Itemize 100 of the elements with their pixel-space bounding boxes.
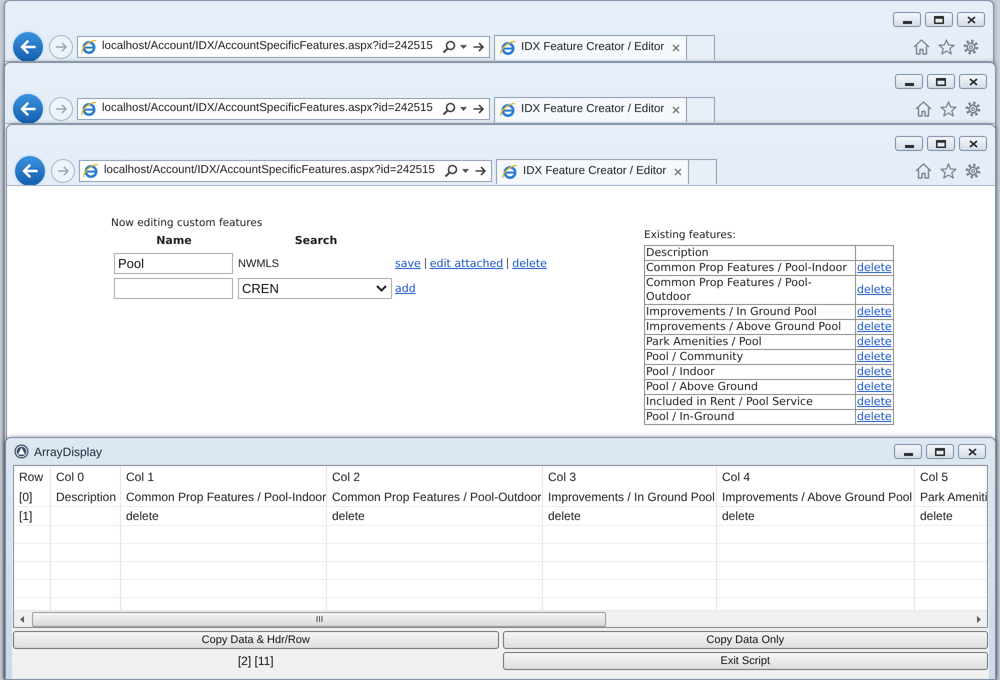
minimize-button[interactable] — [893, 12, 921, 27]
url-text[interactable]: localhost/Account/IDX/AccountSpecificFeatures.aspx?id=242515 — [102, 38, 433, 56]
column-header: Name — [156, 232, 192, 249]
minimize-button[interactable] — [895, 74, 923, 89]
table-cell: Improvements / In Ground Pool — [543, 488, 717, 506]
arrow-right-icon — [55, 42, 67, 52]
browser-logo-icon — [500, 102, 516, 118]
browser-logo-icon — [502, 164, 518, 180]
browser-tab[interactable]: IDX Feature Creator / Editor — [494, 35, 687, 60]
arrow-right-icon[interactable] — [473, 104, 484, 114]
copy-data-header-button[interactable]: Copy Data & Hdr/Row — [13, 631, 498, 649]
column-header: Col 5 — [915, 466, 987, 488]
delete-link[interactable]: delete — [857, 394, 892, 408]
home-icon[interactable] — [915, 163, 932, 179]
search-icon[interactable] — [442, 40, 456, 54]
caret-down-icon[interactable] — [462, 169, 469, 173]
arrow-right-icon[interactable] — [473, 42, 484, 52]
delete-link[interactable]: delete — [857, 334, 892, 348]
back-button[interactable] — [11, 92, 45, 126]
caret-down-icon[interactable] — [460, 45, 467, 49]
close-button[interactable] — [959, 74, 987, 89]
close-button[interactable] — [958, 444, 986, 459]
arrow-right-icon[interactable] — [475, 166, 486, 176]
name-field[interactable]: Pool — [114, 253, 233, 274]
status-text: [2] [11] — [238, 653, 274, 670]
column-header: Col 2 — [327, 466, 543, 488]
address-bar[interactable]: localhost/Account/IDX/AccountSpecificFeatures.aspx?id=242515 — [79, 160, 492, 182]
url-text[interactable]: localhost/Account/IDX/AccountSpecificFeatures.aspx?id=242515 — [102, 100, 433, 118]
column-header: Col 3 — [543, 466, 717, 488]
table-cell: Improvements / In Ground Pool — [646, 304, 817, 318]
horizontal-scrollbar[interactable] — [14, 610, 987, 627]
search-icon[interactable] — [442, 102, 456, 116]
maximize-icon — [936, 78, 946, 86]
save-link[interactable]: save — [395, 256, 421, 272]
browser-tab[interactable]: IDX Feature Creator / Editor — [496, 159, 689, 184]
table-cell: Pool / Indoor — [646, 364, 715, 378]
maximize-button[interactable] — [927, 74, 955, 89]
close-icon — [966, 16, 976, 24]
arrow-right-icon — [55, 104, 67, 114]
home-icon[interactable] — [915, 101, 932, 117]
delete-link[interactable]: delete — [857, 380, 892, 393]
delete-link[interactable]: delete — [512, 256, 547, 272]
caret-left-icon[interactable] — [20, 616, 24, 622]
delete-link[interactable]: delete — [857, 304, 892, 318]
close-icon[interactable] — [672, 106, 680, 114]
star-icon[interactable] — [940, 163, 957, 179]
settings-icon[interactable] — [963, 39, 979, 55]
table-cell: Park Ameniti — [915, 488, 987, 506]
close-icon[interactable] — [674, 168, 682, 176]
browser-tab[interactable]: IDX Feature Creator / Editor — [494, 97, 687, 122]
star-icon[interactable] — [938, 39, 955, 55]
minimize-icon — [904, 452, 912, 456]
address-bar[interactable]: localhost/Account/IDX/AccountSpecificFeatures.aspx?id=242515 — [77, 98, 490, 120]
chevron-down-icon — [376, 285, 387, 292]
caret-right-icon[interactable] — [977, 616, 981, 622]
maximize-button[interactable] — [927, 136, 955, 151]
delete-link[interactable]: delete — [857, 364, 892, 378]
add-link[interactable]: add — [395, 280, 416, 297]
close-button[interactable] — [959, 136, 987, 151]
delete-link[interactable]: delete — [857, 260, 892, 274]
back-button[interactable] — [13, 154, 47, 188]
star-icon[interactable] — [940, 101, 957, 117]
table-cell: Common Prop Features / Pool-Outdoor — [327, 488, 543, 506]
home-icon[interactable] — [913, 39, 930, 55]
delete-link[interactable]: delete — [857, 350, 892, 363]
url-text[interactable]: localhost/Account/IDX/AccountSpecificFeatures.aspx?id=242515 — [104, 162, 435, 180]
maximize-button[interactable] — [926, 444, 954, 459]
table-cell: Description — [51, 488, 121, 506]
table-cell: [0] — [14, 488, 51, 506]
table-cell: Pool / In-Ground — [646, 410, 735, 423]
exit-button[interactable]: Exit Script — [502, 652, 988, 670]
minimize-button[interactable] — [895, 136, 923, 151]
table-cell: Improvements / Above Ground Pool — [717, 488, 915, 506]
maximize-button[interactable] — [925, 12, 953, 27]
column-header: Col 4 — [717, 466, 915, 488]
column-header: Row — [14, 466, 51, 488]
back-button[interactable] — [11, 30, 45, 64]
table-cell: delete — [121, 507, 327, 525]
close-button[interactable] — [957, 12, 985, 27]
name-field[interactable] — [114, 278, 233, 300]
edit-attached-link[interactable]: edit attached — [430, 256, 504, 272]
window-title: ArrayDisplay — [34, 444, 102, 460]
table-cell: delete — [543, 507, 717, 525]
settings-icon[interactable] — [965, 163, 981, 179]
search-icon[interactable] — [444, 164, 458, 178]
delete-link[interactable]: delete — [857, 320, 892, 333]
delete-link[interactable]: delete — [857, 410, 892, 423]
table-cell: [1] — [14, 507, 51, 525]
source-dropdown[interactable]: CREN — [238, 278, 392, 300]
caret-down-icon[interactable] — [460, 107, 467, 111]
section-label: Existing features: — [644, 228, 737, 243]
browser-logo-icon — [83, 163, 99, 179]
close-icon[interactable] — [672, 44, 680, 52]
close-icon — [968, 78, 978, 86]
minimize-button[interactable] — [894, 444, 922, 459]
section-heading: Now editing custom features — [111, 216, 264, 231]
copy-data-button[interactable]: Copy Data Only — [502, 631, 988, 649]
address-bar[interactable]: localhost/Account/IDX/AccountSpecificFeatures.aspx?id=242515 — [77, 36, 490, 58]
settings-icon[interactable] — [965, 101, 981, 117]
scrollbar-thumb[interactable] — [32, 612, 606, 626]
